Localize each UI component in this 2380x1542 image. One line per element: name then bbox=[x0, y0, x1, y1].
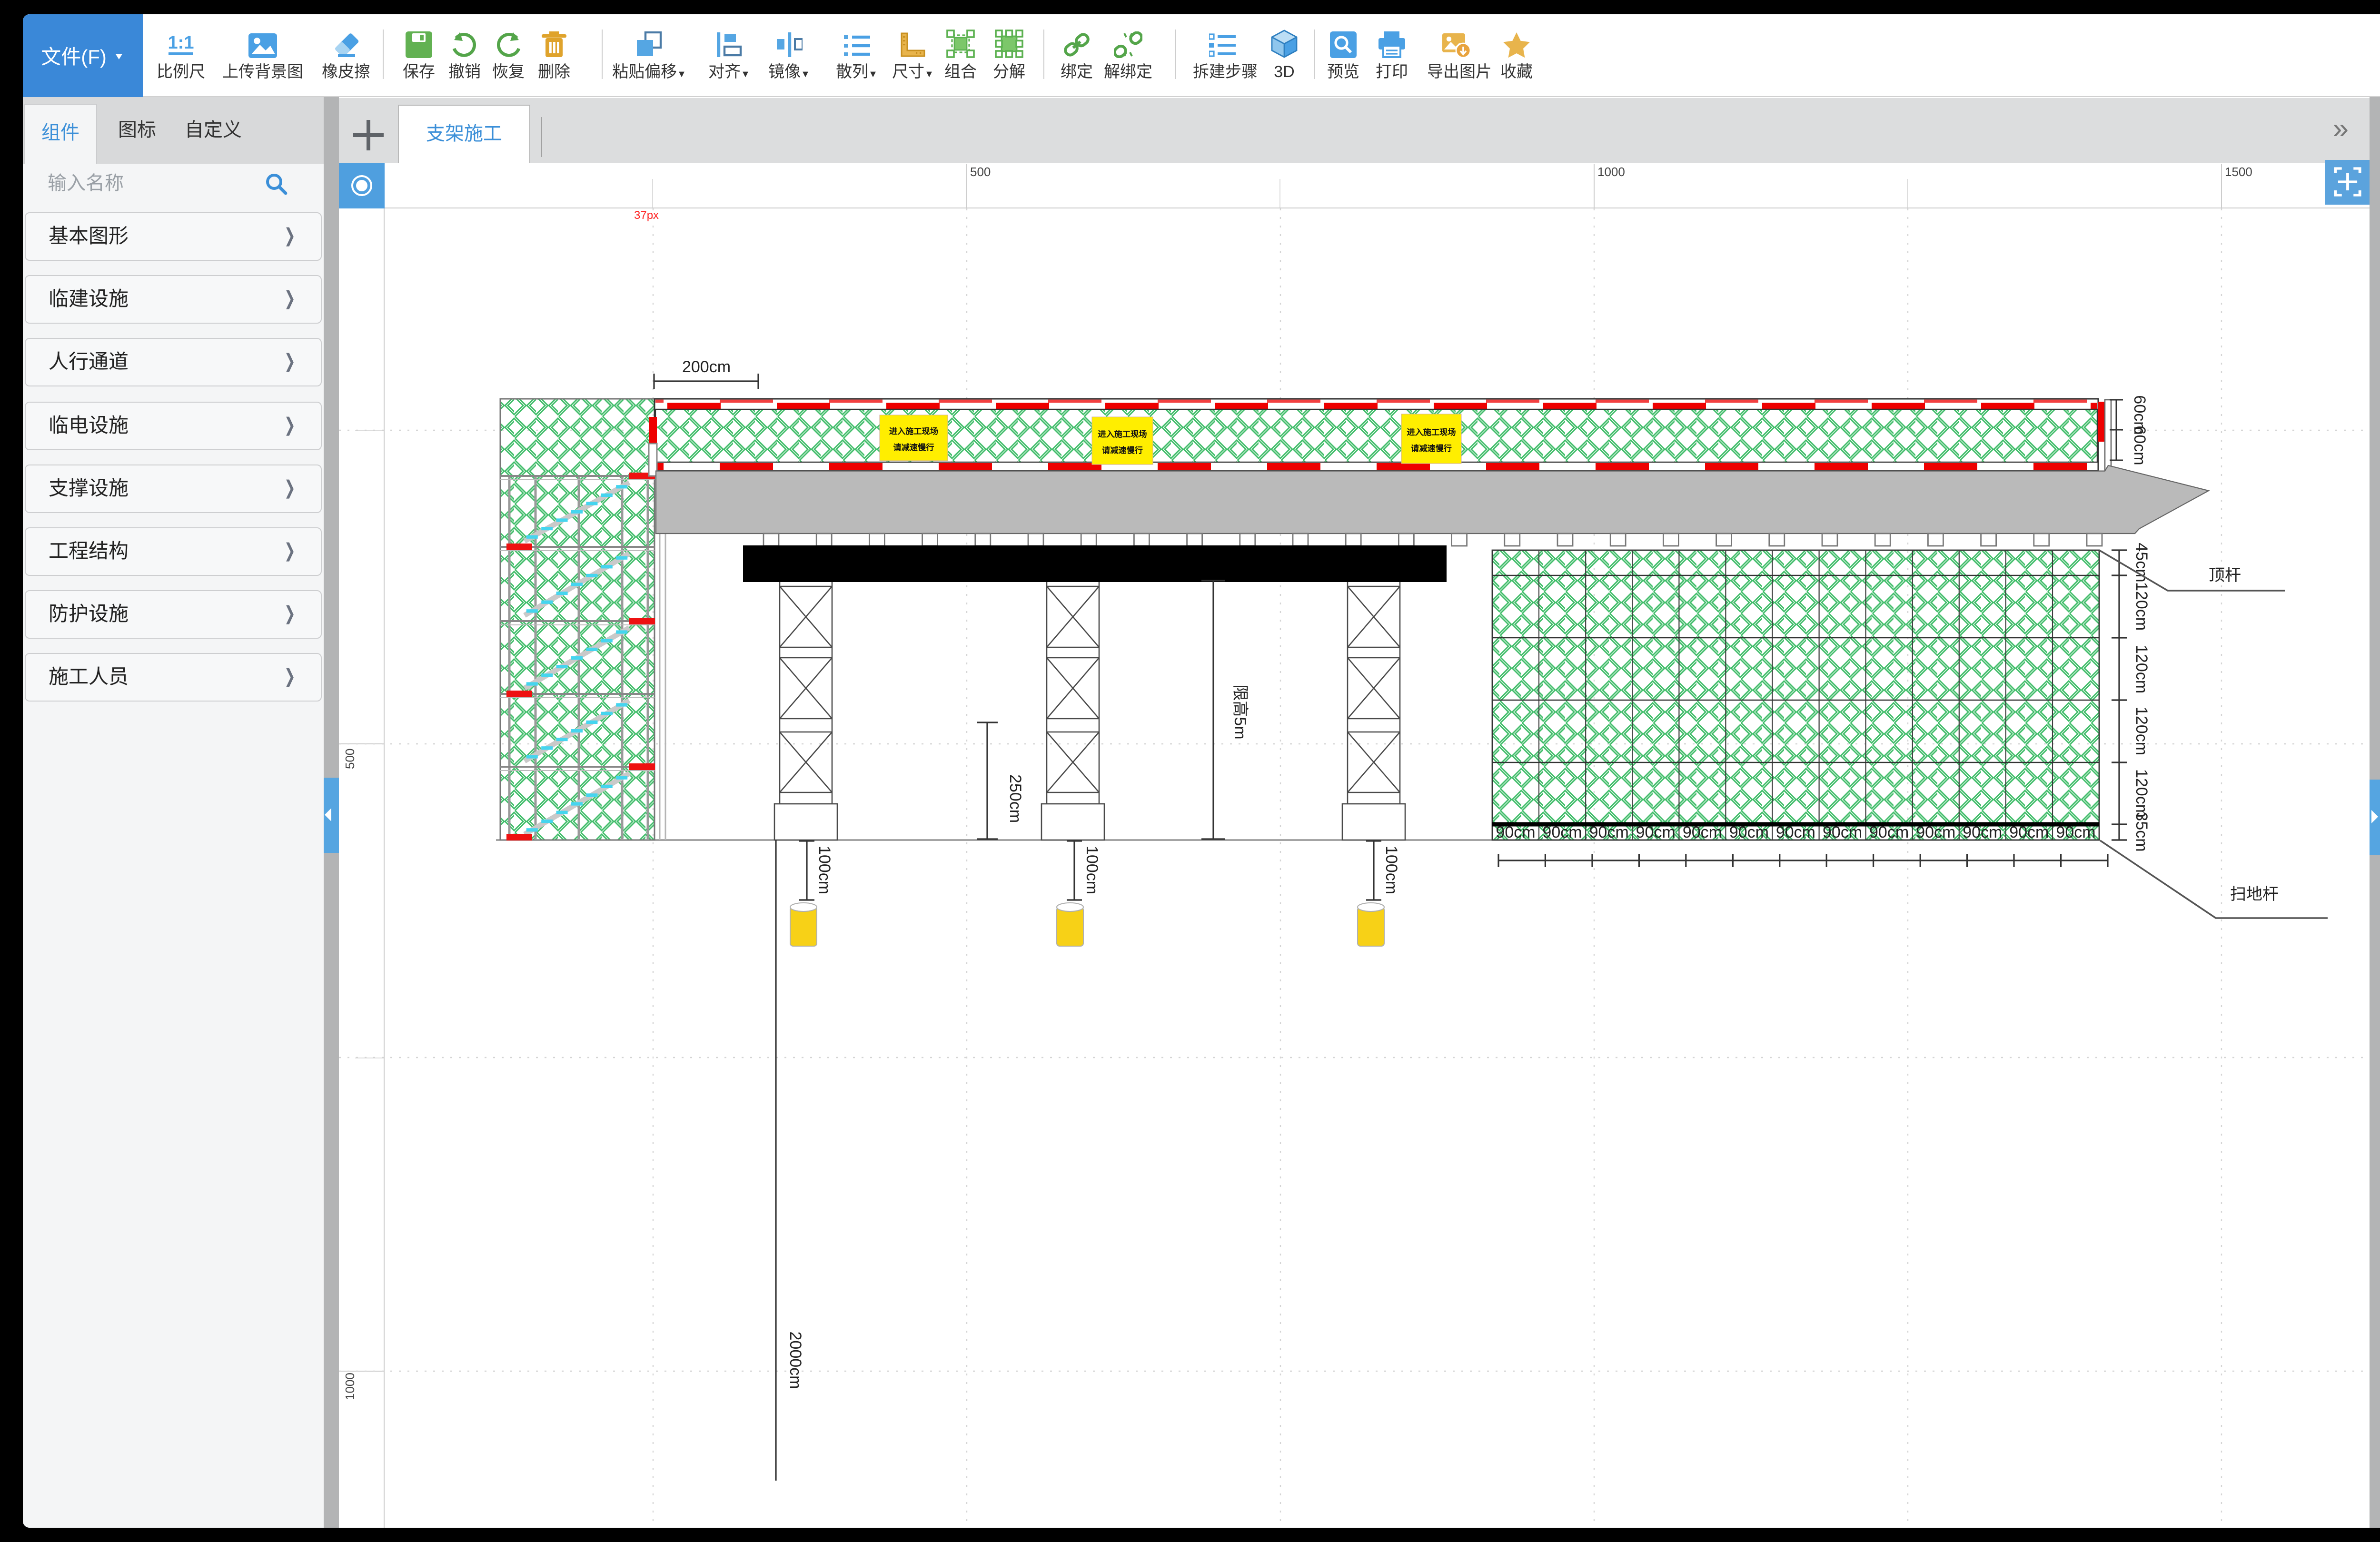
svg-text:请减速慢行: 请减速慢行 bbox=[1411, 444, 1452, 453]
svg-text:120cm: 120cm bbox=[2132, 645, 2151, 693]
svg-text:100cm: 100cm bbox=[1382, 846, 1400, 894]
svg-text:请减速慢行: 请减速慢行 bbox=[893, 443, 934, 452]
svg-text:进入施工现场: 进入施工现场 bbox=[1407, 427, 1456, 437]
svg-text:90cm: 90cm bbox=[1729, 823, 1769, 841]
svg-text:90cm: 90cm bbox=[1496, 823, 1535, 841]
svg-text:扫地杆: 扫地杆 bbox=[2230, 885, 2279, 903]
svg-text:60cm: 60cm bbox=[2131, 425, 2149, 465]
svg-text:37px: 37px bbox=[634, 209, 659, 222]
svg-text:2000cm: 2000cm bbox=[786, 1332, 804, 1389]
svg-text:限高5m: 限高5m bbox=[1231, 684, 1249, 739]
svg-text:120cm: 120cm bbox=[2132, 582, 2151, 631]
svg-text:90cm: 90cm bbox=[1683, 823, 1722, 841]
svg-text:250cm: 250cm bbox=[1006, 774, 1024, 823]
svg-text:120cm: 120cm bbox=[2132, 769, 2151, 818]
svg-text:90cm: 90cm bbox=[1823, 823, 1862, 841]
svg-text:45cm: 45cm bbox=[2132, 543, 2151, 582]
svg-text:90cm: 90cm bbox=[1542, 823, 1582, 841]
svg-text:200cm: 200cm bbox=[682, 358, 731, 376]
svg-text:100cm: 100cm bbox=[1083, 846, 1101, 894]
svg-text:90cm: 90cm bbox=[2056, 823, 2095, 841]
svg-text:进入施工现场: 进入施工现场 bbox=[889, 426, 938, 436]
svg-text:1:1: 1:1 bbox=[168, 33, 194, 53]
svg-text:90cm: 90cm bbox=[1916, 823, 1955, 841]
svg-text:90cm: 90cm bbox=[1869, 823, 1909, 841]
svg-text:90cm: 90cm bbox=[2009, 823, 2049, 841]
svg-text:90cm: 90cm bbox=[1636, 823, 1676, 841]
svg-text:请减速慢行: 请减速慢行 bbox=[1102, 445, 1143, 455]
svg-text:进入施工现场: 进入施工现场 bbox=[1098, 429, 1147, 439]
svg-text:顶杆: 顶杆 bbox=[2209, 566, 2241, 584]
svg-text:90cm: 90cm bbox=[1589, 823, 1629, 841]
svg-text:120cm: 120cm bbox=[2132, 707, 2151, 755]
svg-text:100cm: 100cm bbox=[815, 846, 833, 894]
svg-text:90cm: 90cm bbox=[1776, 823, 1815, 841]
svg-text:35cm: 35cm bbox=[2132, 812, 2151, 851]
svg-text:90cm: 90cm bbox=[1963, 823, 2002, 841]
